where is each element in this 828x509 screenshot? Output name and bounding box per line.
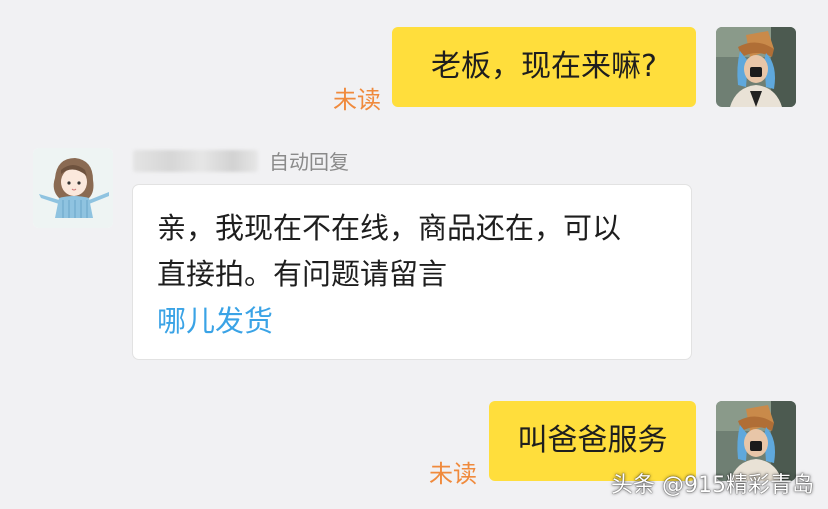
unread-status: 未读 — [333, 86, 381, 114]
auto-reply-tag: 自动回复 — [269, 150, 349, 174]
self-avatar[interactable] — [716, 27, 796, 107]
message-line: 直接拍。有问题请留言 — [157, 257, 448, 291]
incoming-message-bubble[interactable]: 亲，我现在不在线，商品还在，可以 直接拍。有问题请留言 哪儿发货 — [132, 184, 692, 360]
anime-girl-avatar-icon — [33, 148, 113, 228]
outgoing-message-bubble[interactable]: 老板，现在来嘛? — [392, 27, 696, 107]
message-line: 亲，我现在不在线，商品还在，可以 — [157, 211, 622, 245]
chat-window: 未读 老板，现在来嘛? 自动回复 亲，我现在不在线，商品还在，可以 直接拍。有问… — [0, 0, 828, 509]
shipping-question-link[interactable]: 哪儿发货 — [157, 297, 667, 345]
sender-name-redacted — [133, 150, 258, 172]
user-photo-avatar-icon — [716, 27, 796, 107]
unread-status: 未读 — [429, 460, 477, 488]
seller-avatar[interactable] — [33, 148, 113, 228]
watermark: 头条 @915精彩青岛 — [611, 473, 814, 498]
